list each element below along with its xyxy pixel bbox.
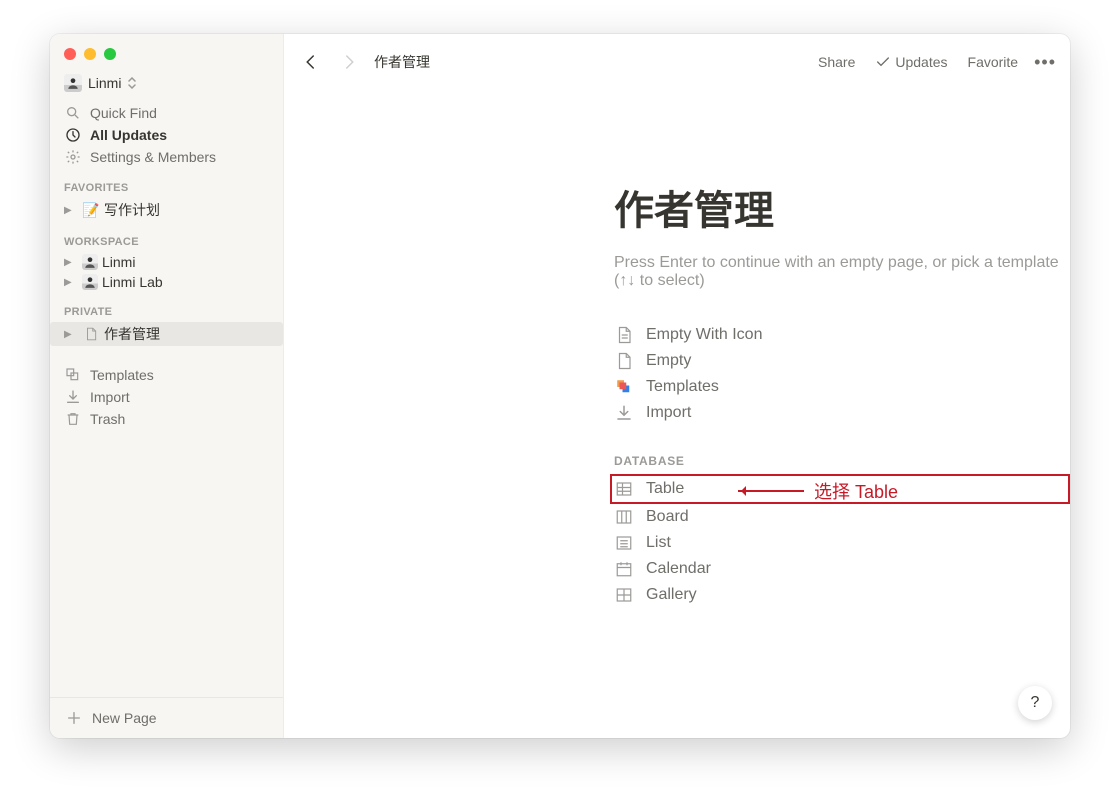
page-emoji-icon: 📝 — [82, 202, 100, 219]
trash-icon — [64, 411, 82, 427]
sidebar-item-label: Linmi — [102, 254, 135, 270]
topbar: 作者管理 Share Updates Favorite ••• — [284, 34, 1070, 78]
maximize-window-button[interactable] — [104, 48, 116, 60]
trash-label: Trash — [90, 411, 125, 427]
option-empty[interactable]: Empty — [614, 348, 1070, 374]
board-icon — [614, 508, 634, 526]
db-option-board[interactable]: Board — [614, 504, 1070, 530]
option-label: Calendar — [646, 560, 711, 578]
triangle-icon[interactable]: ▶ — [64, 257, 78, 268]
workspace-switcher[interactable]: Linmi — [50, 70, 283, 102]
sidebar-item-workspace-1[interactable]: ▶ Linmi Lab — [50, 272, 283, 292]
app-window: Linmi Quick Find All Updates Settings & … — [50, 34, 1070, 738]
favorite-button[interactable]: Favorite — [964, 52, 1023, 72]
sidebar-item-label: Linmi Lab — [102, 274, 163, 290]
option-label: Table — [646, 480, 684, 498]
clock-icon — [64, 127, 82, 143]
doc-icon — [614, 352, 634, 370]
arrow-icon — [738, 490, 804, 492]
all-updates-button[interactable]: All Updates — [50, 124, 283, 146]
nav-back-button[interactable] — [298, 51, 324, 73]
db-option-gallery[interactable]: Gallery — [614, 582, 1070, 608]
favorites-section-label: FAVORITES — [50, 168, 283, 198]
workspace-section-label: WORKSPACE — [50, 222, 283, 252]
gallery-icon — [614, 586, 634, 604]
page-title[interactable]: 作者管理 — [614, 178, 1070, 236]
settings-members-button[interactable]: Settings & Members — [50, 146, 283, 168]
new-page-button[interactable]: New Page — [50, 698, 283, 738]
quick-find-button[interactable]: Quick Find — [50, 102, 283, 124]
page-placeholder-text: Press Enter to continue with an empty pa… — [614, 254, 1070, 290]
download-icon — [614, 404, 634, 422]
settings-label: Settings & Members — [90, 149, 216, 165]
close-window-button[interactable] — [64, 48, 76, 60]
templates-icon — [64, 367, 82, 383]
updates-label: Updates — [895, 54, 947, 70]
option-label: Templates — [646, 378, 719, 396]
avatar-icon — [64, 74, 82, 92]
annotation-arrow: 选择 Table — [738, 478, 898, 504]
workspace-name: Linmi — [88, 75, 121, 91]
option-label: Import — [646, 404, 691, 422]
triangle-icon[interactable]: ▶ — [64, 329, 78, 340]
gear-icon — [64, 149, 82, 165]
search-icon — [64, 105, 82, 121]
trash-button[interactable]: Trash — [50, 408, 283, 430]
db-option-calendar[interactable]: Calendar — [614, 556, 1070, 582]
download-icon — [64, 389, 82, 405]
new-page-label: New Page — [92, 710, 157, 726]
help-button[interactable]: ? — [1018, 686, 1052, 720]
window-controls — [64, 48, 116, 60]
breadcrumb[interactable]: 作者管理 — [374, 52, 430, 72]
page-content: 作者管理 Press Enter to continue with an emp… — [284, 78, 1070, 608]
main-area: 作者管理 Share Updates Favorite ••• 作者管理 Pre… — [284, 34, 1070, 738]
templates-color-icon — [614, 378, 634, 396]
page-icon — [82, 327, 100, 341]
sidebar-item-favorite-0[interactable]: ▶ 📝 写作计划 — [50, 198, 283, 222]
updates-button[interactable]: Updates — [871, 52, 951, 72]
all-updates-label: All Updates — [90, 127, 167, 143]
db-option-list[interactable]: List — [614, 530, 1070, 556]
private-section-label: PRIVATE — [50, 292, 283, 322]
more-menu-button[interactable]: ••• — [1034, 52, 1056, 73]
quick-find-label: Quick Find — [90, 105, 157, 121]
option-label: Empty — [646, 352, 691, 370]
import-button[interactable]: Import — [50, 386, 283, 408]
sidebar: Linmi Quick Find All Updates Settings & … — [50, 34, 284, 738]
avatar-icon — [82, 254, 98, 270]
list-icon — [614, 534, 634, 552]
nav-forward-button[interactable] — [336, 51, 362, 73]
option-label: Board — [646, 508, 689, 526]
database-section-label: DATABASE — [614, 454, 1070, 468]
templates-button[interactable]: Templates — [50, 364, 283, 386]
option-label: Gallery — [646, 586, 697, 604]
share-button[interactable]: Share — [814, 52, 859, 72]
plus-icon — [66, 710, 82, 726]
help-icon: ? — [1031, 694, 1040, 712]
sidebar-item-label: 作者管理 — [104, 324, 160, 344]
sidebar-item-private-0[interactable]: ▶ 作者管理 — [50, 322, 283, 346]
option-empty-with-icon[interactable]: Empty With Icon — [614, 322, 1070, 348]
table-icon — [614, 480, 634, 498]
import-label: Import — [90, 389, 130, 405]
triangle-icon[interactable]: ▶ — [64, 277, 78, 288]
chevron-updown-icon — [127, 77, 137, 89]
triangle-icon[interactable]: ▶ — [64, 205, 78, 216]
check-icon — [875, 54, 891, 70]
avatar-icon — [82, 274, 98, 290]
calendar-icon — [614, 560, 634, 578]
option-label: List — [646, 534, 671, 552]
option-import[interactable]: Import — [614, 400, 1070, 426]
sidebar-item-label: 写作计划 — [104, 200, 160, 220]
templates-label: Templates — [90, 367, 154, 383]
option-label: Empty With Icon — [646, 326, 762, 344]
minimize-window-button[interactable] — [84, 48, 96, 60]
option-templates[interactable]: Templates — [614, 374, 1070, 400]
sidebar-item-workspace-0[interactable]: ▶ Linmi — [50, 252, 283, 272]
doc-lines-icon — [614, 326, 634, 344]
sidebar-bottom: New Page — [50, 697, 283, 738]
annotation-text: 选择 Table — [814, 478, 898, 504]
